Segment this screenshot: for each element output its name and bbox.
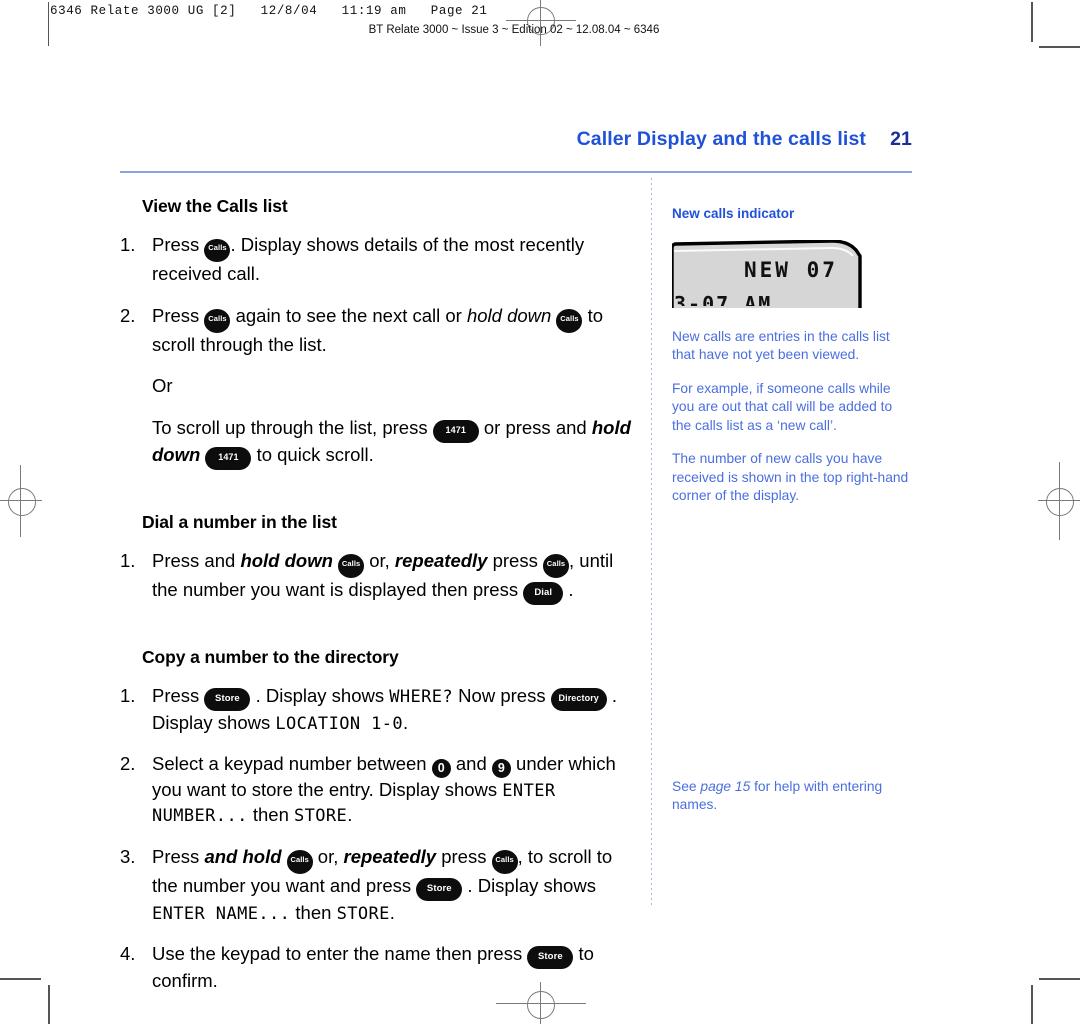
lcd-line-2: 3-07 AM bbox=[674, 292, 773, 306]
sidebar-paragraph-3: The number of new calls you have receive… bbox=[672, 451, 909, 504]
step-text: Press Calls again to see the next call o… bbox=[152, 304, 604, 355]
instruction-step: 2. Select a keypad number between 0 and 9… bbox=[120, 752, 635, 827]
step-number: 1. bbox=[120, 549, 136, 571]
or-label: Or bbox=[152, 375, 173, 397]
step-number: 1. bbox=[120, 234, 136, 255]
sidebar-column: New calls indicator NEW 07 3-07 AM New c… bbox=[672, 206, 912, 521]
instruction-step: 4. Use the keypad to enter the name then … bbox=[120, 942, 635, 994]
crop-mark-top-right-vertical bbox=[1031, 2, 1033, 42]
main-column: View the Calls list 1. Press Calls. Displ… bbox=[120, 196, 635, 1011]
printed-page: 6346 Relate 3000 UG [2] 12/8/04 11:19 am… bbox=[0, 0, 1080, 1024]
or-paragraph: To scroll up through the list, press 147… bbox=[120, 416, 635, 470]
step-text: Press Calls. Display shows details of th… bbox=[152, 234, 585, 284]
crop-mark-top-right-horizontal bbox=[1039, 46, 1080, 48]
strong-emphasis-text: and hold bbox=[204, 845, 282, 867]
key-button-store[interactable]: Store bbox=[416, 877, 463, 901]
strong-emphasis-text: repeatedly bbox=[343, 845, 437, 867]
strong-emphasis-text: hold down bbox=[240, 549, 333, 571]
section-heading-copy-a-number: Copy a number to the directory bbox=[142, 646, 399, 667]
step-number: 3. bbox=[120, 845, 136, 867]
step-number: 1. bbox=[120, 684, 136, 706]
step-text: Press and hold down Calls or, repeatedly… bbox=[152, 549, 613, 605]
sidebar-paragraph-2: For example, if someone calls while you … bbox=[672, 380, 893, 433]
crop-mark-bottom-right-vertical bbox=[1031, 985, 1033, 1024]
sidebar-cross-reference-note: See page 15 for help with entering names… bbox=[672, 778, 912, 815]
sidebar-heading: New calls indicator bbox=[672, 206, 795, 221]
steps-view-calls-list: 1. Press Calls. Display shows details of … bbox=[120, 233, 635, 357]
key-button-calls[interactable]: Calls bbox=[556, 309, 583, 333]
key-button-directory[interactable]: Directory bbox=[550, 687, 607, 711]
key-button-calls[interactable]: Calls bbox=[286, 850, 313, 874]
key-button-1471[interactable]: 1471 bbox=[205, 446, 252, 470]
instruction-step: 1. Press and hold down Calls or, repeated… bbox=[120, 549, 635, 605]
step-text: Press Store . Display shows WHERE? Now p… bbox=[152, 684, 617, 734]
note-page-ref: page 15 bbox=[700, 779, 751, 794]
lcd-text: ENTER NAME... bbox=[152, 903, 291, 924]
lcd-text: STORE bbox=[336, 903, 390, 924]
note-prefix: See bbox=[672, 779, 701, 794]
sidebar-paragraph-1: New calls are entries in the calls list … bbox=[672, 329, 890, 363]
step-number: 2. bbox=[120, 753, 136, 775]
lcd-text: STORE bbox=[294, 806, 348, 826]
page-header: Caller Display and the calls list 21 bbox=[120, 128, 912, 151]
strong-emphasis-text: repeatedly bbox=[394, 549, 488, 571]
key-button-calls[interactable]: Calls bbox=[491, 850, 518, 874]
keypad-digit-9[interactable]: 9 bbox=[491, 759, 511, 779]
key-button-calls[interactable]: Calls bbox=[338, 554, 365, 578]
instruction-step: 1. Press Calls. Display shows details of … bbox=[120, 233, 635, 287]
key-button-dial[interactable]: Dial bbox=[523, 581, 564, 605]
lcd-text: LOCATION 1-0 bbox=[275, 713, 404, 734]
step-number: 2. bbox=[120, 304, 136, 326]
step-text: Select a keypad number between 0 and 9 u… bbox=[152, 753, 616, 826]
emphasis-text: hold down bbox=[466, 304, 552, 326]
crop-mark-bottom-left-vertical bbox=[48, 985, 50, 1024]
instruction-step: 1. Press Store . Display shows WHERE? Now… bbox=[120, 684, 635, 736]
key-button-store[interactable]: Store bbox=[527, 946, 574, 970]
crop-mark-bottom-right-horizontal bbox=[1039, 978, 1080, 980]
key-button-store[interactable]: Store bbox=[204, 687, 251, 711]
step-text: Use the keypad to enter the name then pr… bbox=[152, 943, 594, 992]
lcd-text: WHERE? bbox=[389, 686, 454, 707]
steps-dial-a-number: 1. Press and hold down Calls or, repeated… bbox=[120, 549, 635, 605]
running-head-title: Caller Display and the calls list bbox=[576, 128, 866, 150]
section-heading-dial-a-number: Dial a number in the list bbox=[142, 511, 337, 532]
lcd-line-1: NEW 07 bbox=[744, 258, 838, 282]
instruction-step: 3. Press and hold Calls or, repeatedly pr… bbox=[120, 845, 635, 926]
column-divider-rule bbox=[651, 178, 652, 905]
step-text: Press and hold Calls or, repeatedly pres… bbox=[152, 845, 613, 924]
key-button-calls[interactable]: Calls bbox=[204, 309, 231, 333]
steps-copy-a-number: 1. Press Store . Display shows WHERE? Now… bbox=[120, 684, 635, 994]
key-button-calls[interactable]: Calls bbox=[543, 554, 569, 578]
lcd-text: ENTER NUMBER... bbox=[152, 781, 556, 826]
lcd-display-illustration: NEW 07 3-07 AM bbox=[672, 240, 868, 308]
crop-mark-bottom-left-horizontal bbox=[0, 978, 41, 980]
header-rule bbox=[120, 171, 912, 173]
page-number: 21 bbox=[890, 128, 912, 150]
keypad-digit-0[interactable]: 0 bbox=[431, 759, 451, 779]
instruction-step: 2. Press Calls again to see the next call… bbox=[120, 304, 635, 358]
section-heading-view-calls-list: View the Calls list bbox=[142, 196, 288, 216]
prepress-imprint-line: BT Relate 3000 ~ Issue 3 ~ Edition 02 ~ … bbox=[368, 24, 660, 36]
key-button-1471[interactable]: 1471 bbox=[432, 419, 479, 443]
key-button-calls[interactable]: Calls bbox=[204, 238, 231, 262]
step-number: 4. bbox=[120, 943, 136, 965]
prepress-slug-line: 6346 Relate 3000 UG [2] 12/8/04 11:19 am… bbox=[50, 4, 488, 18]
